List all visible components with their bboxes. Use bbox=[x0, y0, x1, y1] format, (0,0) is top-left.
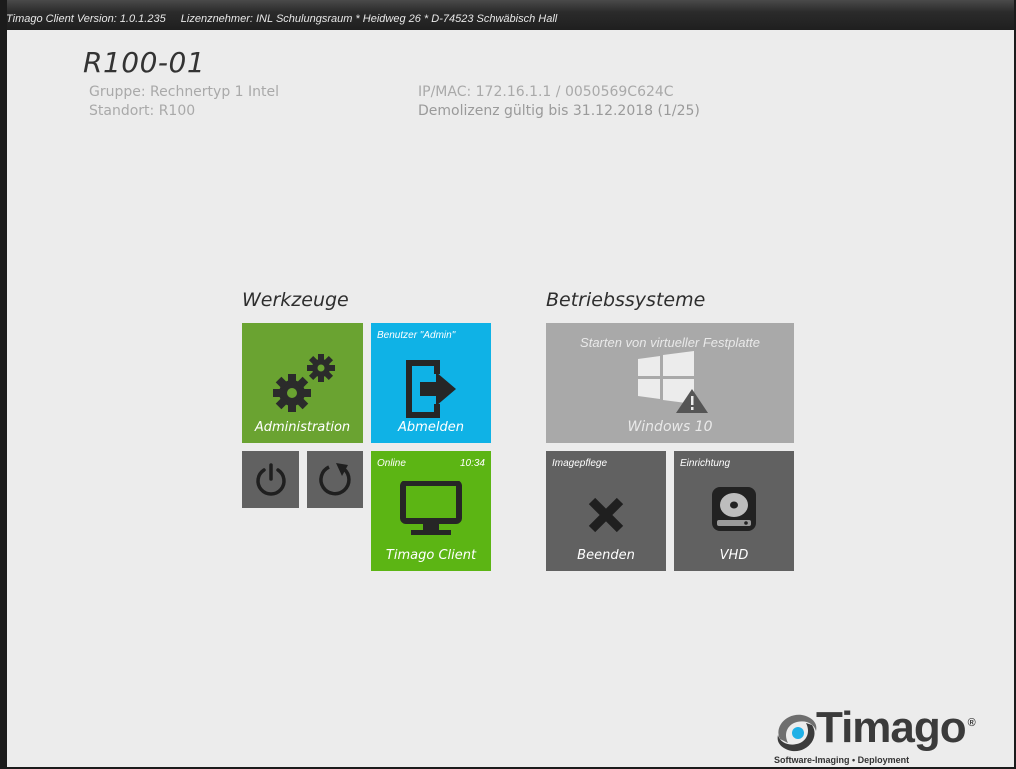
window-border-left bbox=[0, 0, 7, 769]
host-group: Gruppe: Rechnertyp 1 Intel bbox=[89, 84, 280, 100]
title-bar: Timago Client Version: 1.0.1.235 Lizenzn… bbox=[0, 0, 1016, 30]
logo-tagline: Software-Imaging • Deployment bbox=[774, 755, 910, 765]
version-text: Timago Client Version: 1.0.1.235 bbox=[6, 13, 166, 25]
windows-warning-icon bbox=[638, 351, 708, 413]
vhd-setup-tile[interactable]: Einrichtung VHD bbox=[674, 451, 794, 571]
einrichtung-label: Einrichtung bbox=[680, 458, 731, 469]
windows-vhd-boot-label: Starten von virtueller Festplatte bbox=[580, 335, 760, 350]
shutdown-button[interactable] bbox=[242, 451, 299, 508]
imagepflege-label: Imagepflege bbox=[552, 458, 608, 469]
imagepflege-quit-tile[interactable]: Imagepflege Beenden bbox=[546, 451, 666, 571]
registered-mark: ® bbox=[967, 717, 976, 729]
administration-label: Administration bbox=[254, 420, 351, 435]
logo-text: Timago bbox=[816, 703, 967, 752]
license-info: Demolizenz gültig bis 31.12.2018 (1/25) bbox=[418, 103, 700, 119]
quit-label: Beenden bbox=[577, 548, 635, 563]
app-window: Timago Client Version: 1.0.1.235 Lizenzn… bbox=[0, 0, 1016, 769]
administration-tile[interactable]: Administration bbox=[242, 323, 363, 443]
client-label: Timago Client bbox=[385, 548, 477, 563]
logo-wordmark: Timago ® bbox=[816, 703, 976, 753]
logout-user-label: Benutzer "Admin" bbox=[377, 330, 456, 341]
timago-logo: Timago ® Software-Imaging • Deployment bbox=[770, 703, 1000, 767]
hard-disk-icon bbox=[712, 487, 756, 531]
logout-icon bbox=[406, 360, 456, 418]
windows-10-tile[interactable]: Starten von virtueller Festplatte Window… bbox=[546, 323, 794, 443]
os-section-title: Betriebssysteme bbox=[546, 289, 706, 311]
timago-client-tile[interactable]: Online 10:34 Timago Client bbox=[371, 451, 491, 571]
gears-icon bbox=[273, 354, 335, 412]
close-x-icon bbox=[588, 497, 624, 533]
licensee-text: Lizenznehmer: INL Schulungsraum * Heidwe… bbox=[180, 13, 558, 25]
logout-label: Abmelden bbox=[398, 420, 464, 435]
host-name: R100-01 bbox=[83, 46, 206, 79]
windows-label: Windows 10 bbox=[627, 419, 713, 435]
client-time: 10:34 bbox=[459, 458, 485, 469]
vhd-label: VHD bbox=[719, 548, 749, 563]
client-status: Online bbox=[377, 458, 406, 469]
host-ip-mac: IP/MAC: 172.16.1.1 / 0050569C624C bbox=[418, 84, 674, 100]
monitor-icon bbox=[400, 481, 462, 535]
tools-section-title: Werkzeuge bbox=[242, 289, 349, 311]
timago-swirl-icon bbox=[777, 714, 817, 752]
power-icon bbox=[256, 463, 286, 496]
logout-tile[interactable]: Benutzer "Admin" Abmelden bbox=[371, 323, 491, 443]
host-location: Standort: R100 bbox=[89, 103, 196, 119]
restart-button[interactable] bbox=[307, 451, 363, 508]
restart-icon bbox=[319, 463, 351, 496]
